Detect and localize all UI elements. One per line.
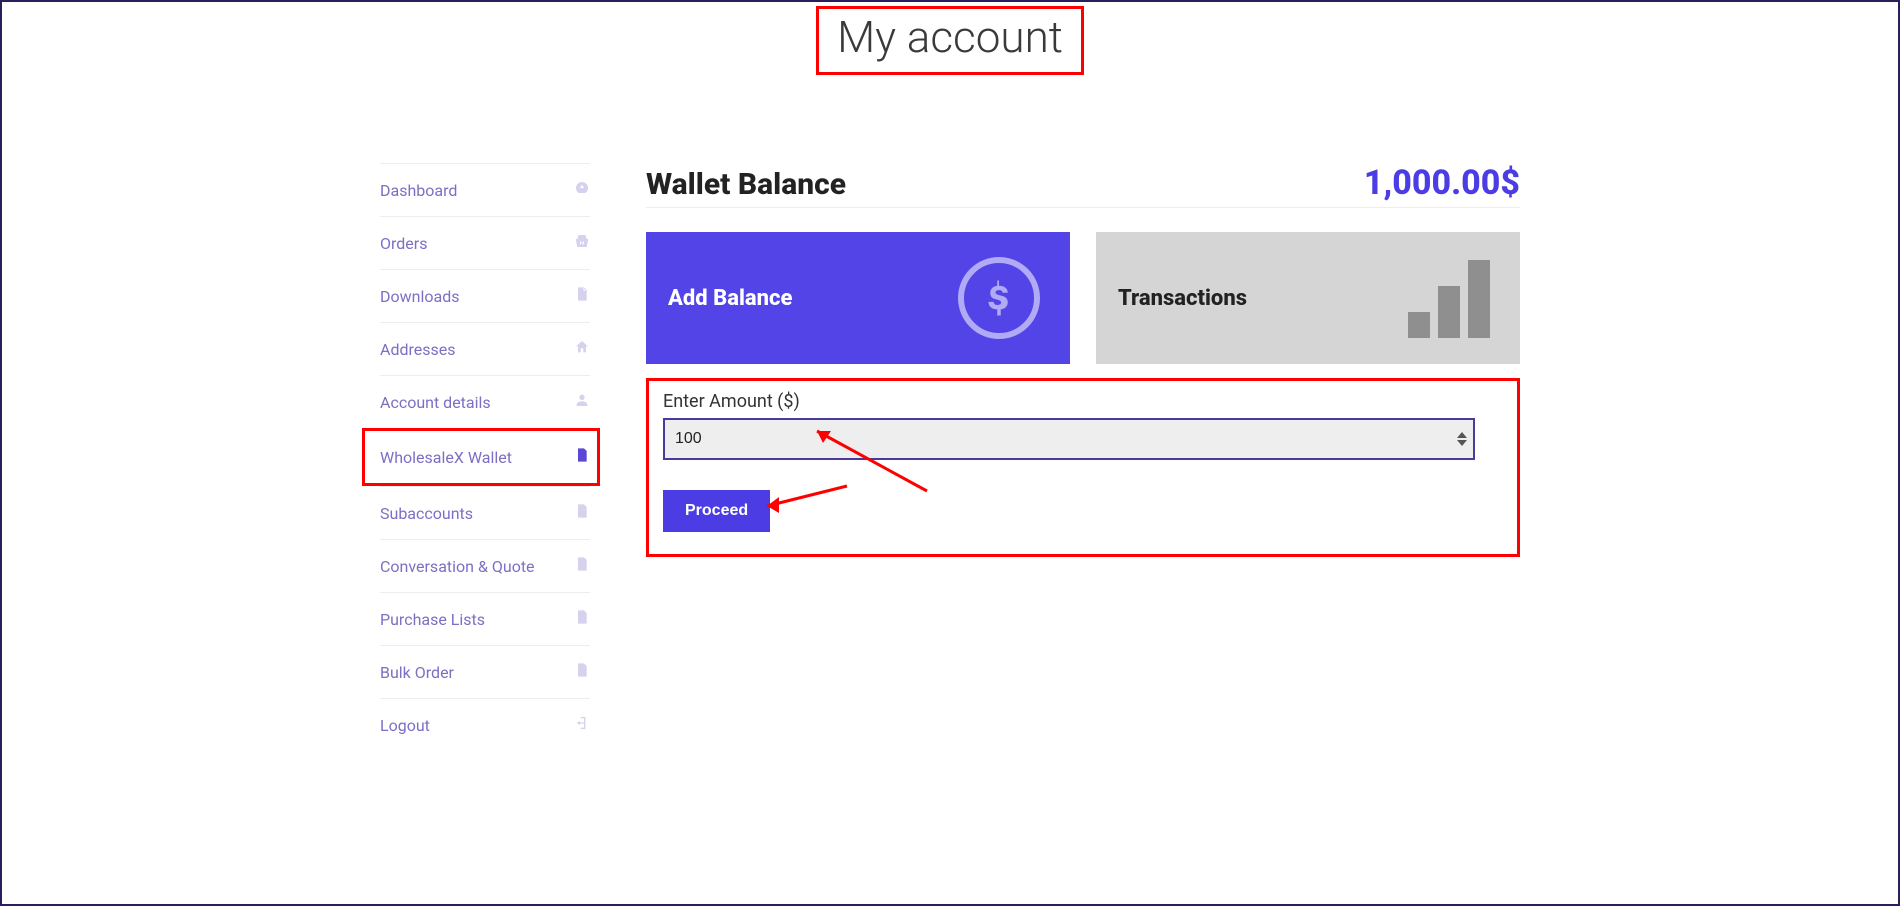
document-icon bbox=[574, 662, 590, 682]
proceed-button[interactable]: Proceed bbox=[663, 490, 770, 532]
document-icon bbox=[574, 556, 590, 576]
sidebar-item-orders[interactable]: Orders bbox=[380, 216, 590, 269]
sidebar-item-account-details[interactable]: Account details bbox=[380, 375, 590, 428]
sidebar-item-bulk-order[interactable]: Bulk Order bbox=[380, 645, 590, 698]
balance-title: Wallet Balance bbox=[646, 167, 846, 202]
file-icon bbox=[574, 286, 590, 306]
balance-amount: 1,000.00$ bbox=[1364, 163, 1520, 203]
wallet-panel: Wallet Balance 1,000.00$ Add Balance Tra… bbox=[646, 163, 1520, 751]
gauge-icon bbox=[574, 180, 590, 200]
tab-add-balance[interactable]: Add Balance bbox=[646, 232, 1070, 364]
sidebar-item-label: Addresses bbox=[380, 340, 574, 359]
tab-label: Transactions bbox=[1118, 286, 1247, 311]
amount-label: Enter Amount ($) bbox=[663, 391, 1503, 412]
sidebar-item-label: Purchase Lists bbox=[380, 610, 574, 629]
logout-icon bbox=[574, 715, 590, 735]
document-icon bbox=[574, 447, 590, 467]
number-stepper[interactable] bbox=[1457, 432, 1467, 446]
sidebar-item-subaccounts[interactable]: Subaccounts bbox=[380, 486, 590, 539]
add-balance-form: Enter Amount ($) Proceed bbox=[646, 378, 1520, 557]
sidebar-item-logout[interactable]: Logout bbox=[380, 698, 590, 751]
sidebar-item-label: Conversation & Quote bbox=[380, 557, 574, 576]
wallet-tabs: Add Balance Transactions bbox=[646, 232, 1520, 364]
sidebar-item-downloads[interactable]: Downloads bbox=[380, 269, 590, 322]
sidebar-item-label: WholesaleX Wallet bbox=[380, 448, 574, 467]
document-icon bbox=[574, 503, 590, 523]
sidebar-item-label: Subaccounts bbox=[380, 504, 574, 523]
sidebar-item-label: Logout bbox=[380, 716, 574, 735]
tab-label: Add Balance bbox=[668, 286, 792, 311]
basket-icon bbox=[574, 233, 590, 253]
account-sidebar: Dashboard Orders Downloads Addresses Acc bbox=[380, 163, 590, 751]
sidebar-item-label: Downloads bbox=[380, 287, 574, 306]
sidebar-item-label: Dashboard bbox=[380, 181, 574, 200]
sidebar-item-conversation-quote[interactable]: Conversation & Quote bbox=[380, 539, 590, 592]
step-down-icon[interactable] bbox=[1457, 440, 1467, 446]
document-icon bbox=[574, 609, 590, 629]
user-icon bbox=[574, 392, 590, 412]
bar-chart-icon bbox=[1408, 258, 1490, 338]
dollar-circle-icon bbox=[958, 257, 1040, 339]
sidebar-item-wholesalex-wallet[interactable]: WholesaleX Wallet bbox=[362, 428, 600, 486]
sidebar-item-label: Orders bbox=[380, 234, 574, 253]
sidebar-item-addresses[interactable]: Addresses bbox=[380, 322, 590, 375]
sidebar-item-label: Account details bbox=[380, 393, 574, 412]
balance-header: Wallet Balance 1,000.00$ bbox=[646, 163, 1520, 208]
sidebar-item-dashboard[interactable]: Dashboard bbox=[380, 163, 590, 216]
home-icon bbox=[574, 339, 590, 359]
page-title: My account bbox=[816, 6, 1084, 75]
amount-input[interactable] bbox=[663, 418, 1475, 460]
tab-transactions[interactable]: Transactions bbox=[1096, 232, 1520, 364]
sidebar-item-label: Bulk Order bbox=[380, 663, 574, 682]
annotation-arrow-icon bbox=[757, 481, 857, 521]
step-up-icon[interactable] bbox=[1457, 432, 1467, 438]
sidebar-item-purchase-lists[interactable]: Purchase Lists bbox=[380, 592, 590, 645]
